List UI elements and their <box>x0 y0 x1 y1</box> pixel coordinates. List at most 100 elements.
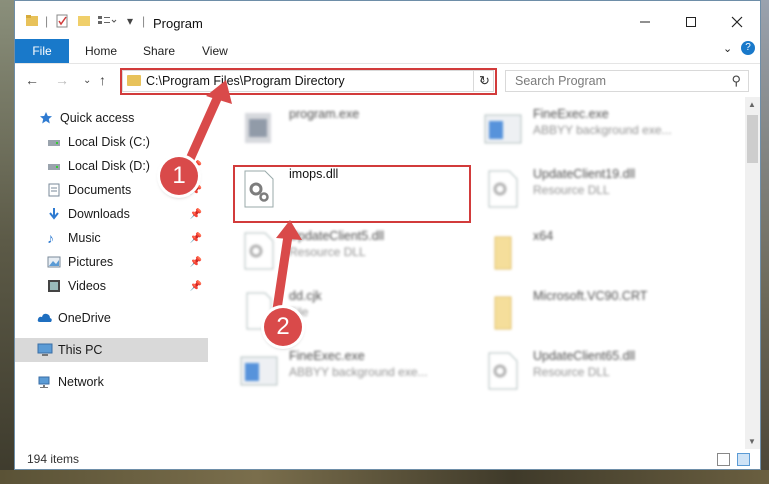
computer-icon <box>37 343 53 357</box>
file-item[interactable]: x64 <box>481 227 711 279</box>
navigation-pane: Quick access Local Disk (C:) Local Disk … <box>15 97 208 449</box>
refresh-button[interactable]: ↻ <box>473 70 495 92</box>
downloads-icon <box>47 207 61 221</box>
file-item[interactable]: UpdateClient5.dll Resource DLL <box>237 227 467 279</box>
new-folder-icon[interactable] <box>77 13 91 29</box>
file-item[interactable]: Microsoft.VC90.CRT <box>481 287 711 339</box>
file-item[interactable]: FineExec.exe ABBYY background exe... <box>481 105 711 157</box>
music-icon: ♪ <box>47 230 54 246</box>
scroll-up-icon[interactable]: ▲ <box>748 100 756 109</box>
file-item[interactable]: program.exe <box>237 105 467 157</box>
minimize-button[interactable] <box>622 7 668 37</box>
sidebar-item-label: Network <box>58 375 104 389</box>
file-name: x64 <box>533 229 554 243</box>
file-name: Microsoft.VC90.CRT <box>533 289 648 303</box>
sidebar-item-pictures[interactable]: Pictures 📌 <box>15 250 208 274</box>
sidebar-item-label: Documents <box>68 183 132 197</box>
up-arrow-icon[interactable]: ↑ <box>99 72 106 88</box>
sidebar-item-label: Pictures <box>68 255 114 269</box>
file-description: Resource DLL <box>533 365 610 379</box>
file-explorer-window: | ▾ | Program File Home Share View ⌄ ? ←… <box>14 0 761 470</box>
sidebar-item-music[interactable]: ♪ Music 📌 <box>15 226 208 250</box>
tab-view[interactable]: View <box>202 44 228 58</box>
help-icon[interactable]: ? <box>741 41 755 55</box>
sidebar-item-label: Downloads <box>68 207 130 221</box>
pin-icon: 📌 <box>189 232 202 244</box>
dll-gear-icon <box>481 349 525 393</box>
pin-icon: 📌 <box>189 208 202 220</box>
close-button[interactable] <box>714 7 760 37</box>
large-icons-view-icon[interactable] <box>737 453 750 466</box>
address-bar[interactable]: C:\Program Files\Program Directory ⌄ <box>122 70 494 92</box>
dll-gear-icon <box>237 229 281 273</box>
folder-icon <box>25 13 39 29</box>
file-item[interactable]: UpdateClient65.dll Resource DLL <box>481 347 711 399</box>
properties-icon[interactable] <box>55 13 69 29</box>
window-title: Program <box>153 16 203 31</box>
file-name: FineExec.exe <box>533 107 609 121</box>
file-description: Resource DLL <box>289 245 366 259</box>
vertical-scrollbar[interactable]: ▲ ▼ <box>745 97 760 449</box>
exe-icon <box>481 107 525 151</box>
tab-home[interactable]: Home <box>85 44 117 58</box>
pictures-icon <box>47 255 61 269</box>
ribbon-tabs: File Home Share View ⌄ ? <box>15 39 760 64</box>
sidebar-item-this-pc[interactable]: This PC <box>15 338 208 362</box>
file-item[interactable]: FineExec.exe ABBYY background exe... <box>237 347 467 399</box>
sidebar-item-downloads[interactable]: Downloads 📌 <box>15 202 208 226</box>
back-arrow-icon[interactable]: ← <box>25 72 39 88</box>
sidebar-item-local-disk-c[interactable]: Local Disk (C:) <box>15 130 208 154</box>
file-name: UpdateClient5.dll <box>289 229 385 243</box>
drive-icon <box>47 159 61 173</box>
sidebar-item-quick-access[interactable]: Quick access <box>15 106 208 130</box>
folder-icon <box>127 75 141 86</box>
pin-icon: 📌 <box>189 256 202 268</box>
pin-icon: 📌 <box>189 280 202 292</box>
forward-arrow-icon[interactable]: → <box>55 72 69 88</box>
desktop-wallpaper-right <box>761 0 769 484</box>
file-name: UpdateClient19.dll <box>533 167 636 181</box>
dll-gear-icon <box>481 167 525 211</box>
sidebar-item-onedrive[interactable]: OneDrive <box>15 306 208 330</box>
sidebar-item-label: OneDrive <box>58 311 111 325</box>
file-description: ABBYY background exe... <box>533 123 672 137</box>
scroll-down-icon[interactable]: ▼ <box>748 437 756 446</box>
tab-share[interactable]: Share <box>143 44 175 58</box>
tab-file[interactable]: File <box>15 39 69 63</box>
file-item-focused[interactable]: imops.dll <box>237 165 467 217</box>
sidebar-item-network[interactable]: Network <box>15 370 208 394</box>
ribbon-expand-icon[interactable]: ⌄ <box>723 42 732 55</box>
videos-icon <box>47 279 61 293</box>
search-input[interactable]: Search Program ⚲ <box>505 70 749 92</box>
details-view-icon[interactable] <box>717 453 730 466</box>
quick-access-dropdown-icon[interactable]: ▾ <box>127 13 133 29</box>
file-name: UpdateClient65.dll <box>533 349 636 363</box>
recent-locations-icon[interactable]: ⌄ <box>83 75 91 86</box>
sidebar-item-label: Videos <box>68 279 106 293</box>
refresh-icon: ↻ <box>479 73 490 88</box>
scrollbar-thumb[interactable] <box>747 115 758 163</box>
file-description: Resource DLL <box>533 183 610 197</box>
sidebar-item-videos[interactable]: Videos 📌 <box>15 274 208 298</box>
search-placeholder: Search Program <box>515 74 607 88</box>
cloud-icon <box>37 311 52 325</box>
folder-icon <box>481 229 525 273</box>
title-bar: | ▾ | Program <box>15 1 760 39</box>
sidebar-item-label: Local Disk (C:) <box>68 135 150 149</box>
step-2-badge: 2 <box>264 308 302 346</box>
step-1-badge: 1 <box>160 157 198 195</box>
star-icon <box>39 111 53 125</box>
maximize-button[interactable] <box>668 7 714 37</box>
sidebar-item-label: Local Disk (D:) <box>68 159 150 173</box>
desktop-wallpaper-bottom <box>0 470 769 484</box>
dll-gear-icon <box>237 167 281 211</box>
file-name: dd.cjk <box>289 289 322 303</box>
folder-icon <box>481 289 525 333</box>
file-name: imops.dll <box>289 167 339 181</box>
address-path: C:\Program Files\Program Directory <box>146 74 345 88</box>
view-options-icon[interactable] <box>97 13 117 29</box>
file-item[interactable]: UpdateClient19.dll Resource DLL <box>481 165 711 217</box>
file-description: ABBYY background exe... <box>289 365 428 379</box>
sidebar-item-label: Music <box>68 231 101 245</box>
program-icon <box>237 107 281 151</box>
